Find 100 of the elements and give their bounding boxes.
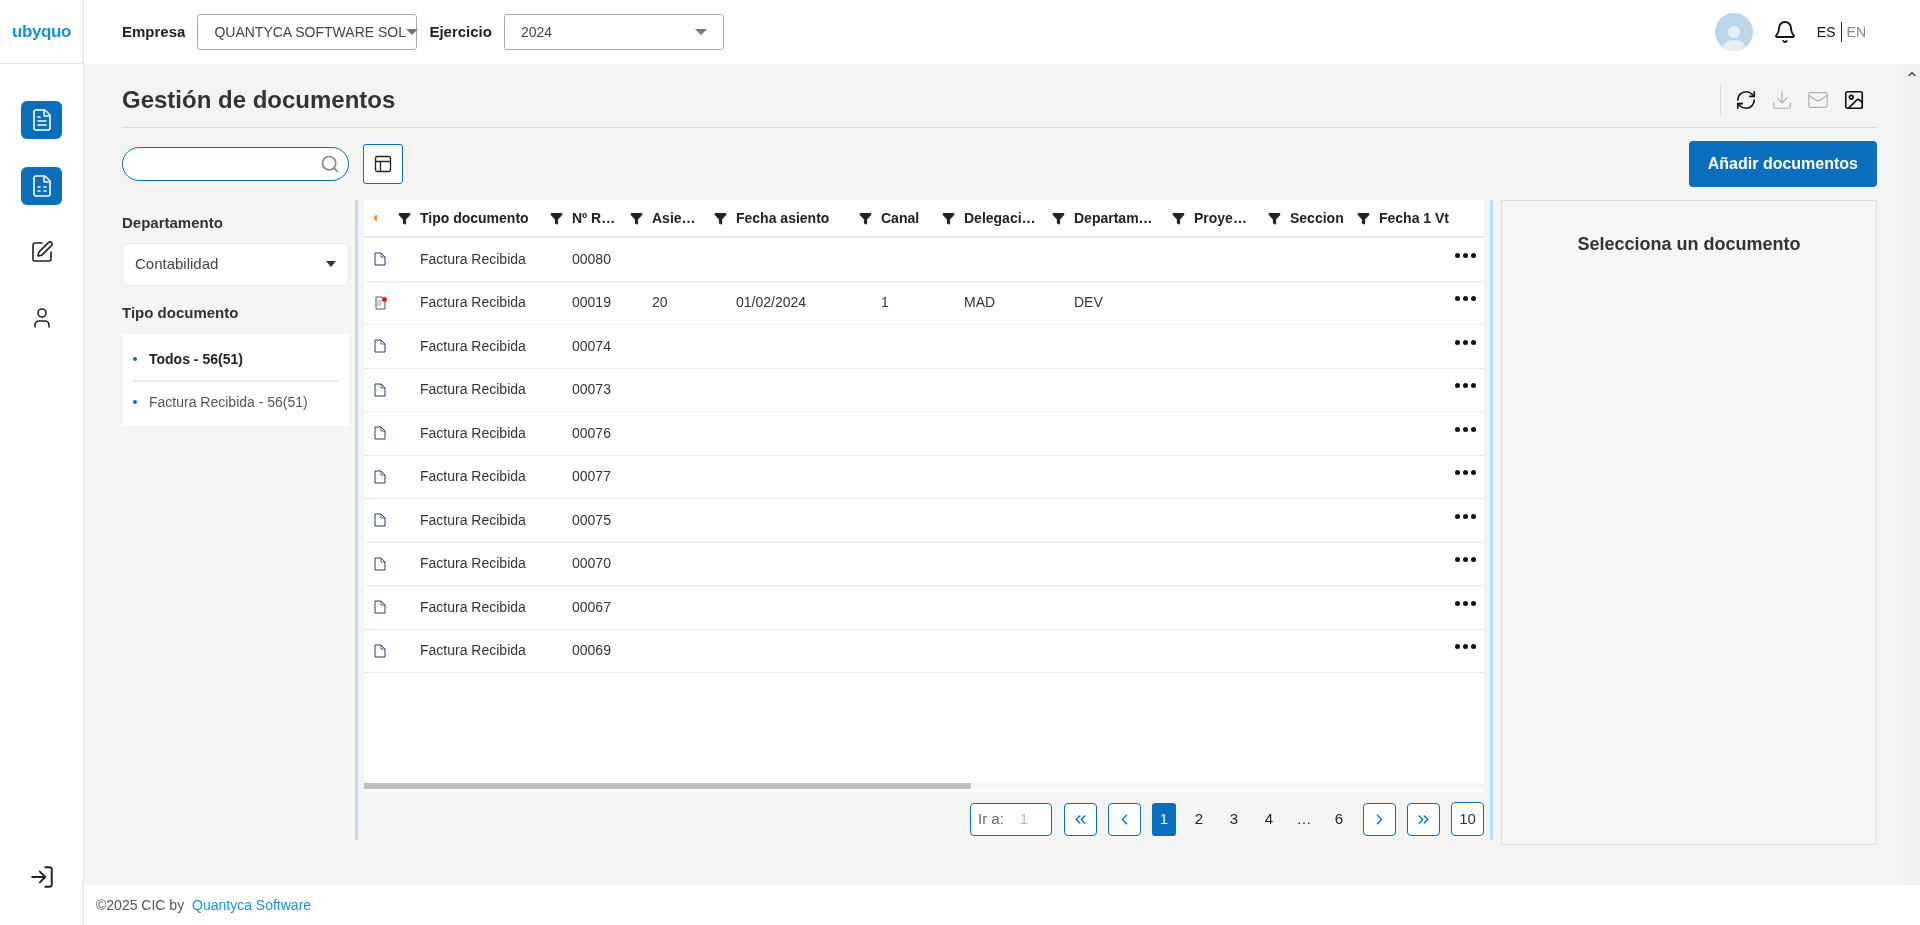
document-icon [374, 643, 386, 658]
table-cell-text: Factura Recibida [420, 380, 526, 400]
company-label: Empresa [122, 21, 186, 42]
notification-icon[interactable] [1772, 20, 1797, 44]
document-icon [374, 469, 386, 484]
filter-icon[interactable] [1268, 211, 1281, 225]
document-icon [374, 600, 386, 615]
table-cell-text: 20 [652, 293, 668, 313]
year-select[interactable]: 2024 [503, 14, 724, 50]
page-button[interactable]: 1 [1152, 802, 1176, 836]
logout-icon[interactable] [28, 864, 55, 890]
filter-icon[interactable] [714, 211, 727, 225]
logo[interactable]: ubyquo [12, 18, 71, 45]
column-header[interactable]: Asie… [652, 207, 696, 229]
next-page-button[interactable] [1363, 802, 1396, 836]
table-cell-text: MAD [964, 293, 996, 313]
document-icon [374, 252, 386, 267]
column-header[interactable]: Delegaci… [964, 207, 1036, 229]
status-icon [374, 215, 377, 221]
filter-icon[interactable] [398, 211, 411, 225]
spreadsheet-nav-button[interactable] [21, 167, 62, 205]
search-field[interactable] [122, 147, 349, 181]
table-cell-text: 00069 [572, 641, 611, 661]
last-page-button[interactable] [1407, 802, 1440, 836]
vertical-scrollbar[interactable] [1903, 64, 1920, 885]
table-cell-text: Factura Recibida [420, 423, 526, 443]
page-button[interactable]: 3 [1222, 802, 1246, 836]
table-cell-text: 00077 [572, 467, 611, 487]
language-option[interactable]: EN [1846, 21, 1866, 43]
page-button[interactable]: 4 [1257, 802, 1281, 836]
company-link[interactable]: Quantyca Software [192, 894, 312, 916]
document-nav-button[interactable] [21, 101, 62, 139]
edit-icon [29, 240, 54, 264]
column-header[interactable]: Departam… [1074, 207, 1153, 229]
copyright-text: ©2025 CIC by [96, 895, 186, 915]
page-button[interactable]: 6 [1327, 802, 1351, 836]
column-header[interactable]: Seccion [1290, 207, 1344, 229]
table-cell-text: 01/02/2024 [736, 293, 807, 313]
language-option[interactable]: ES [1816, 21, 1836, 43]
page-title: Gestión de documentos [122, 84, 396, 115]
company-select[interactable]: QUANTYCA SOFTWARE SOL [197, 14, 418, 50]
column-header[interactable]: Proye… [1194, 207, 1247, 229]
layout-icon [373, 154, 393, 174]
table-cell-text: Factura Recibida [420, 336, 526, 356]
pagination-ellipsis: … [1295, 808, 1313, 829]
table-cell-text: Factura Recibida [420, 641, 526, 661]
table-cell-text: Factura Recibida [420, 293, 526, 313]
filter-icon[interactable] [942, 211, 955, 225]
column-header[interactable]: Canal [881, 207, 920, 229]
previous-page-button[interactable] [1108, 802, 1141, 836]
year-label: Ejercicio [429, 21, 492, 42]
table-cell-text: Factura Recibida [420, 554, 526, 574]
page-button[interactable]: 2 [1187, 802, 1211, 836]
go-to-label: Ir a: [978, 808, 1004, 829]
table-cell-text: 00075 [572, 510, 611, 530]
filter-icon[interactable] [630, 211, 643, 225]
filter-icon[interactable] [1357, 211, 1370, 225]
department-select[interactable]: Contabilidad [122, 242, 349, 286]
column-header[interactable]: Nº R… [572, 207, 616, 229]
filter-icon[interactable] [550, 211, 563, 225]
document-icon [374, 426, 386, 441]
page-size-button[interactable]: 10 [1451, 802, 1484, 836]
table-cell-text: 00076 [572, 423, 611, 443]
flagged-document-icon [374, 295, 388, 310]
table-cell-text: Factura Recibida [420, 510, 526, 530]
document-type-item[interactable]: Factura Recibida - 56(51) [149, 391, 308, 413]
document-icon [374, 339, 386, 354]
horizontal-scrollbar[interactable] [364, 783, 1484, 789]
column-header[interactable]: Fecha asiento [736, 207, 830, 229]
table-cell-text: Factura Recibida [420, 467, 526, 487]
table-cell-text: 00067 [572, 597, 611, 617]
image-icon [1843, 88, 1865, 111]
download-icon [1771, 88, 1793, 111]
go-to-page-control[interactable]: Ir a: 1 [970, 802, 1052, 836]
first-page-button[interactable] [1064, 802, 1097, 836]
column-header[interactable]: Tipo documento [420, 207, 529, 229]
add-documents-button[interactable]: Añadir documentos [1688, 141, 1877, 187]
empty-selection-message: Selecciona un documento [1577, 233, 1801, 256]
document-icon [374, 556, 386, 571]
filter-icon[interactable] [1052, 211, 1065, 225]
search-icon [320, 154, 340, 174]
document-type-label: Tipo documento [122, 302, 240, 323]
table-cell-text: 00073 [572, 380, 611, 400]
table-cell-text: 00074 [572, 336, 611, 356]
refresh-icon [1735, 88, 1757, 111]
table-cell-text: 00070 [572, 554, 611, 574]
document-icon [374, 513, 386, 528]
column-header[interactable]: Fecha 1 Vt [1379, 207, 1450, 229]
document-icon [374, 382, 386, 397]
filter-icon[interactable] [859, 211, 872, 225]
page-number-field[interactable]: 1 [1019, 807, 1044, 831]
filter-icon[interactable] [1172, 211, 1185, 225]
table-cell-text: 1 [881, 293, 889, 313]
layout-button[interactable] [363, 144, 403, 184]
table-cell-text: 00080 [572, 249, 611, 269]
table-cell-text: Factura Recibida [420, 249, 526, 269]
table-cell-text: 00019 [572, 293, 611, 313]
document-type-item[interactable]: Todos - 56(51) [149, 348, 243, 370]
table-cell-text: DEV [1074, 293, 1103, 313]
table-cell-text: Factura Recibida [420, 597, 526, 617]
